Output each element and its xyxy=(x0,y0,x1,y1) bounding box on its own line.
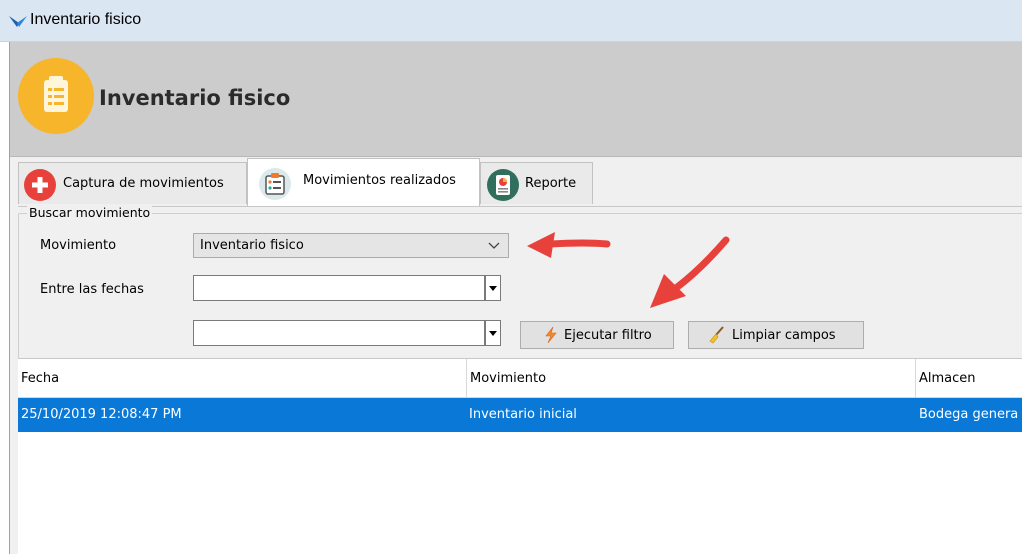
tab-movimientos-realizados[interactable]: Movimientos realizados xyxy=(247,158,480,206)
fechas-label: Entre las fechas xyxy=(40,282,144,297)
limpiar-campos-label: Limpiar campos xyxy=(732,328,836,343)
table-header: Fecha Movimiento Almacen xyxy=(18,359,1022,398)
results-table: Fecha Movimiento Almacen 25/10/2019 12:0… xyxy=(18,358,1022,555)
fecha-inicio-field[interactable] xyxy=(193,275,485,301)
page-title: Inventario fisico xyxy=(99,86,291,110)
tab-bar: Captura de movimientos Movimientos reali… xyxy=(18,158,1022,207)
movimiento-label: Movimiento xyxy=(40,238,117,253)
column-header-fecha[interactable]: Fecha xyxy=(18,359,467,397)
chevron-down-icon xyxy=(488,242,500,249)
movimiento-select-value: Inventario fisico xyxy=(200,238,304,253)
report-icon xyxy=(487,169,519,201)
triangle-down-icon xyxy=(489,286,497,291)
cell-movimiento: Inventario inicial xyxy=(469,407,577,422)
column-header-movimiento[interactable]: Movimiento xyxy=(467,359,916,397)
tab-label: Captura de movimientos xyxy=(63,176,224,191)
column-header-almacen[interactable]: Almacen xyxy=(916,359,1022,397)
page-header: Inventario fisico xyxy=(10,42,1022,157)
tab-captura-de-movimientos[interactable]: Captura de movimientos xyxy=(18,162,247,204)
table-row[interactable]: 25/10/2019 12:08:47 PM Inventario inicia… xyxy=(18,398,1022,432)
clipboard-icon xyxy=(18,58,94,134)
triangle-down-icon xyxy=(489,331,497,336)
app-logo-icon xyxy=(9,16,27,27)
limpiar-campos-button[interactable]: Limpiar campos xyxy=(688,321,864,349)
cell-almacen: Bodega genera xyxy=(919,407,1019,422)
lightning-icon xyxy=(545,326,557,344)
window-title: Inventario fisico xyxy=(30,11,142,28)
annotation-arrow-left-icon xyxy=(527,232,611,258)
annotation-arrow-diagonal-icon xyxy=(650,236,730,308)
fecha-inicio-dropdown-button[interactable] xyxy=(485,275,501,301)
ejecutar-filtro-button[interactable]: Ejecutar filtro xyxy=(520,321,674,349)
fecha-fin-field[interactable] xyxy=(193,320,485,346)
group-title: Buscar movimiento xyxy=(27,205,153,220)
movimiento-select[interactable]: Inventario fisico xyxy=(193,233,509,258)
main-window: Inventario fisico Captura de movimientos… xyxy=(9,42,1022,555)
ejecutar-filtro-label: Ejecutar filtro xyxy=(564,328,652,343)
tab-reporte[interactable]: Reporte xyxy=(480,162,593,204)
fecha-fin-dropdown-button[interactable] xyxy=(485,320,501,346)
tab-label: Movimientos realizados xyxy=(303,173,456,188)
tab-label: Reporte xyxy=(525,176,577,191)
plus-circle-icon xyxy=(24,169,56,201)
clipboard-list-icon xyxy=(259,168,291,200)
window-titlebar: Inventario fisico xyxy=(0,0,1022,42)
cell-fecha: 25/10/2019 12:08:47 PM xyxy=(21,407,182,422)
broom-icon xyxy=(709,326,724,344)
